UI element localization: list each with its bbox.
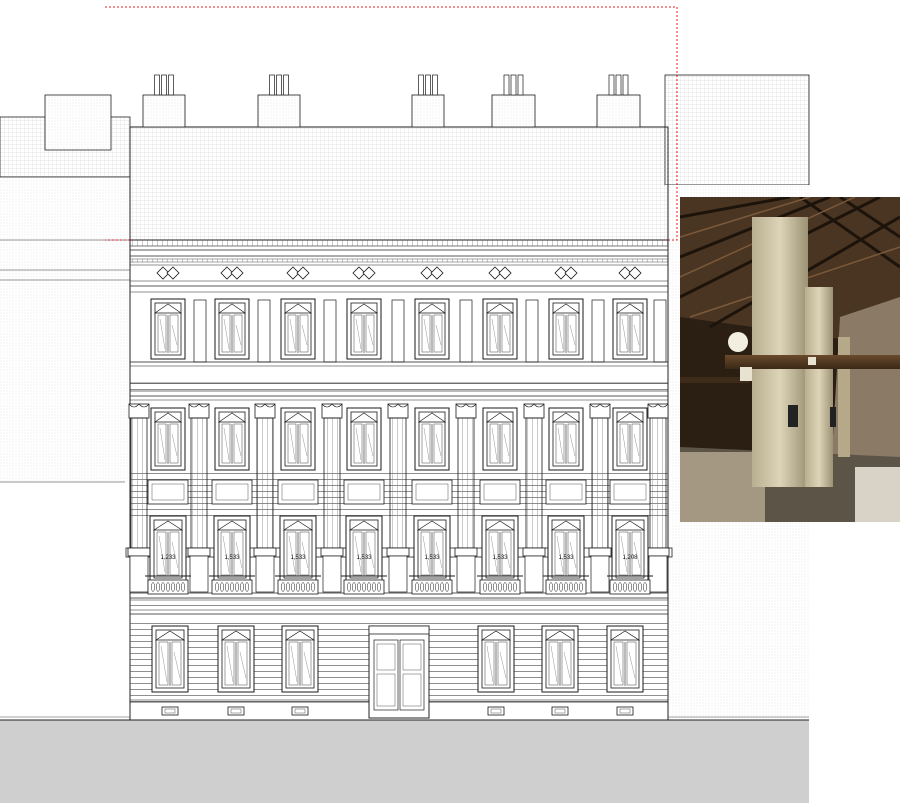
balcony-dimension-label: 1,533 [558,555,574,561]
wall-panel [147,479,189,505]
pilaster [253,403,277,593]
third-floor-window [414,298,450,360]
pilaster [522,403,546,593]
balcony-dimension-label: 1,533 [356,555,372,561]
pilaster [588,403,612,593]
wall-panel [609,479,651,505]
chimney [491,74,536,128]
balcony-dimension-label: 1,533 [290,555,306,561]
wall-panel [193,299,207,363]
ground-floor-window [606,625,644,693]
wall-panel [591,299,605,363]
second-floor-window [280,407,316,471]
cellar-vent [227,706,245,716]
balcony-window [481,515,519,583]
street-ground [0,720,809,803]
second-floor-window [414,407,450,471]
cellar-vent [291,706,309,716]
wall-panel [257,299,271,363]
balcony-window [413,515,451,583]
second-floor-window [612,407,648,471]
second-floor-window [150,407,186,471]
chimney [411,74,445,128]
ground-floor-window [217,625,255,693]
wall-panel [391,299,405,363]
second-floor-window [346,407,382,471]
balcony-dimension-label: 1,533 [492,555,508,561]
chimney [257,74,301,128]
cellar-vent [487,706,505,716]
wall-panel [343,479,385,505]
balcony-dimension-label: 1,533 [424,555,440,561]
wall-panel [323,299,337,363]
pilaster [187,403,211,593]
wall-panel [525,299,539,363]
ground-floor-window [541,625,579,693]
ground-floor-window [281,625,319,693]
third-floor-window [150,298,186,360]
balcony-dimension-label: 1,208 [622,555,638,561]
third-floor-window [346,298,382,360]
pilaster [127,403,151,593]
third-floor-window [612,298,648,360]
attic-interior-photo [680,197,900,522]
second-floor-window [482,407,518,471]
third-floor-window [214,298,250,360]
second-floor-window [214,407,250,471]
chimneys [142,74,641,128]
wall-panel [459,299,473,363]
wall-panel [411,479,453,505]
pilaster [386,403,410,593]
balcony-window [213,515,251,583]
facade-elevation-drawing: 1,233 1,533 1,533 1,533 1,533 1,533 1,533 1,208 [0,0,904,803]
third-floor-window [548,298,584,360]
entrance-door [368,625,430,719]
chimney [142,74,186,128]
balcony-window [279,515,317,583]
second-floor-window [548,407,584,471]
balcony-window [149,515,187,583]
ground-floor-window [477,625,515,693]
chimney [596,74,641,128]
wall-panel [211,479,253,505]
balcony-window [611,515,649,583]
ground-floor-window [151,625,189,693]
cellar-vent [616,706,634,716]
third-floor-window [280,298,316,360]
left-neighbour-building [0,94,131,483]
cellar-vent [551,706,569,716]
wall-panel [653,299,667,363]
wall-panel [479,479,521,505]
cellar-vent [161,706,179,716]
wall-panel [545,479,587,505]
main-roof [129,126,669,241]
pilaster [320,403,344,593]
balcony-window [345,515,383,583]
wall-panel [277,479,319,505]
balcony-dimension-label: 1,233 [160,555,176,561]
balcony-window [547,515,585,583]
pilaster [454,403,478,593]
third-floor-window [482,298,518,360]
balcony-dimension-label: 1,533 [224,555,240,561]
